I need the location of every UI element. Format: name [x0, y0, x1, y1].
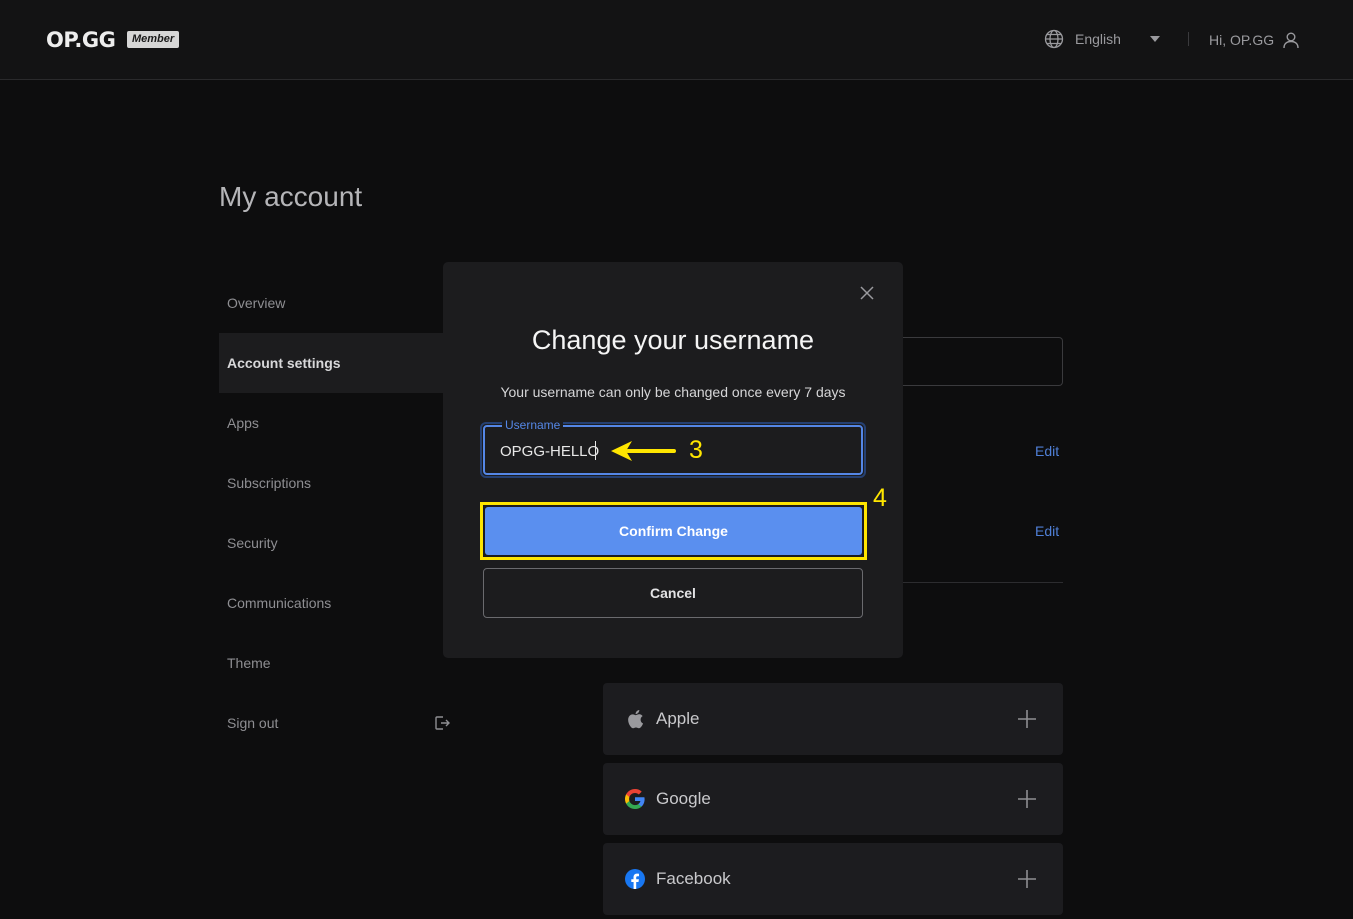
- top-header: OP.GG Member English Hi, OP.GG: [0, 0, 1353, 80]
- sidebar-item-theme[interactable]: Theme: [219, 633, 459, 693]
- sidebar-item-sign-out[interactable]: Sign out: [219, 693, 459, 753]
- user-icon: [1283, 32, 1299, 49]
- user-menu[interactable]: Hi, OP.GG: [1209, 31, 1300, 49]
- sign-out-icon: [435, 716, 450, 730]
- provider-apple[interactable]: Apple: [603, 683, 1063, 755]
- text-caret: [595, 441, 596, 460]
- modal-subtitle: Your username can only be changed once e…: [500, 384, 846, 400]
- close-icon[interactable]: [859, 285, 875, 301]
- sidebar-item-label: Sign out: [227, 715, 279, 731]
- user-greeting: Hi, OP.GG: [1209, 32, 1275, 48]
- sidebar-item-security[interactable]: Security: [219, 513, 459, 573]
- facebook-icon: [624, 868, 646, 890]
- cancel-button[interactable]: Cancel: [483, 568, 863, 618]
- language-label: English: [1075, 31, 1121, 47]
- edit-link[interactable]: Edit: [1035, 523, 1059, 539]
- plus-icon[interactable]: [1017, 709, 1037, 729]
- provider-label: Apple: [656, 709, 700, 728]
- confirm-change-button[interactable]: Confirm Change: [485, 507, 862, 555]
- change-username-modal: Change your username Your username can o…: [443, 262, 903, 658]
- sidebar-item-overview[interactable]: Overview: [219, 273, 459, 333]
- apple-icon: [624, 708, 646, 730]
- username-label: Username: [502, 419, 564, 432]
- annotation-step-3: 3: [689, 436, 703, 464]
- provider-facebook[interactable]: Facebook: [603, 843, 1063, 915]
- member-badge: Member: [127, 31, 180, 48]
- sidebar-item-subscriptions[interactable]: Subscriptions: [219, 453, 459, 513]
- language-selector[interactable]: English: [1044, 29, 1121, 49]
- page-title: My account: [219, 181, 363, 212]
- provider-google[interactable]: Google: [603, 763, 1063, 835]
- modal-title: Change your username: [531, 325, 815, 355]
- plus-icon[interactable]: [1017, 869, 1037, 889]
- sidebar-nav: Overview Account settings Apps Subscript…: [219, 273, 459, 753]
- opgg-logo[interactable]: OP.GG: [46, 28, 116, 52]
- edit-link[interactable]: Edit: [1035, 443, 1059, 459]
- annotation-arrow-icon: [611, 441, 676, 461]
- sidebar-item-apps[interactable]: Apps: [219, 393, 459, 453]
- provider-label: Google: [656, 789, 711, 808]
- provider-label: Facebook: [656, 869, 731, 888]
- annotation-step-4: 4: [873, 484, 887, 512]
- background-input-field: [893, 337, 1063, 386]
- google-icon: [624, 788, 646, 810]
- globe-icon: [1044, 29, 1064, 49]
- header-divider: [1188, 32, 1189, 46]
- plus-icon[interactable]: [1017, 789, 1037, 809]
- chevron-down-icon[interactable]: [1150, 36, 1160, 42]
- sidebar-item-communications[interactable]: Communications: [219, 573, 459, 633]
- sidebar-item-account-settings[interactable]: Account settings: [219, 333, 459, 393]
- section-divider: [893, 582, 1063, 583]
